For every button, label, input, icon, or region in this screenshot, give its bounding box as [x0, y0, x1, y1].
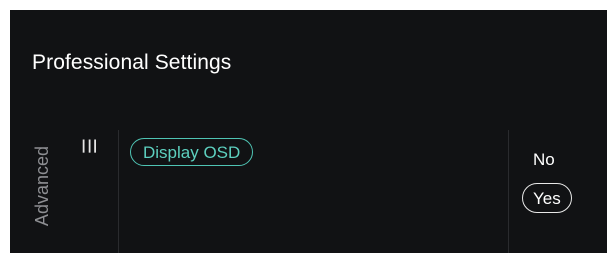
option-yes[interactable]: Yes: [522, 183, 572, 213]
page-title: Professional Settings: [32, 51, 232, 74]
category-column[interactable]: [10, 126, 118, 253]
tv-settings-screen: Professional Settings Advanced ☰ Display…: [10, 10, 607, 253]
column-divider-left: [118, 130, 119, 253]
setting-display-osd[interactable]: Display OSD: [130, 138, 254, 166]
menu-lines-icon: ☰: [80, 137, 100, 155]
settings-header: Professional Settings: [10, 10, 607, 126]
category-advanced-label: Advanced: [32, 126, 52, 226]
option-no[interactable]: No: [533, 150, 555, 170]
column-divider-right: [508, 130, 509, 253]
category-advanced-text: Advanced: [32, 146, 52, 227]
